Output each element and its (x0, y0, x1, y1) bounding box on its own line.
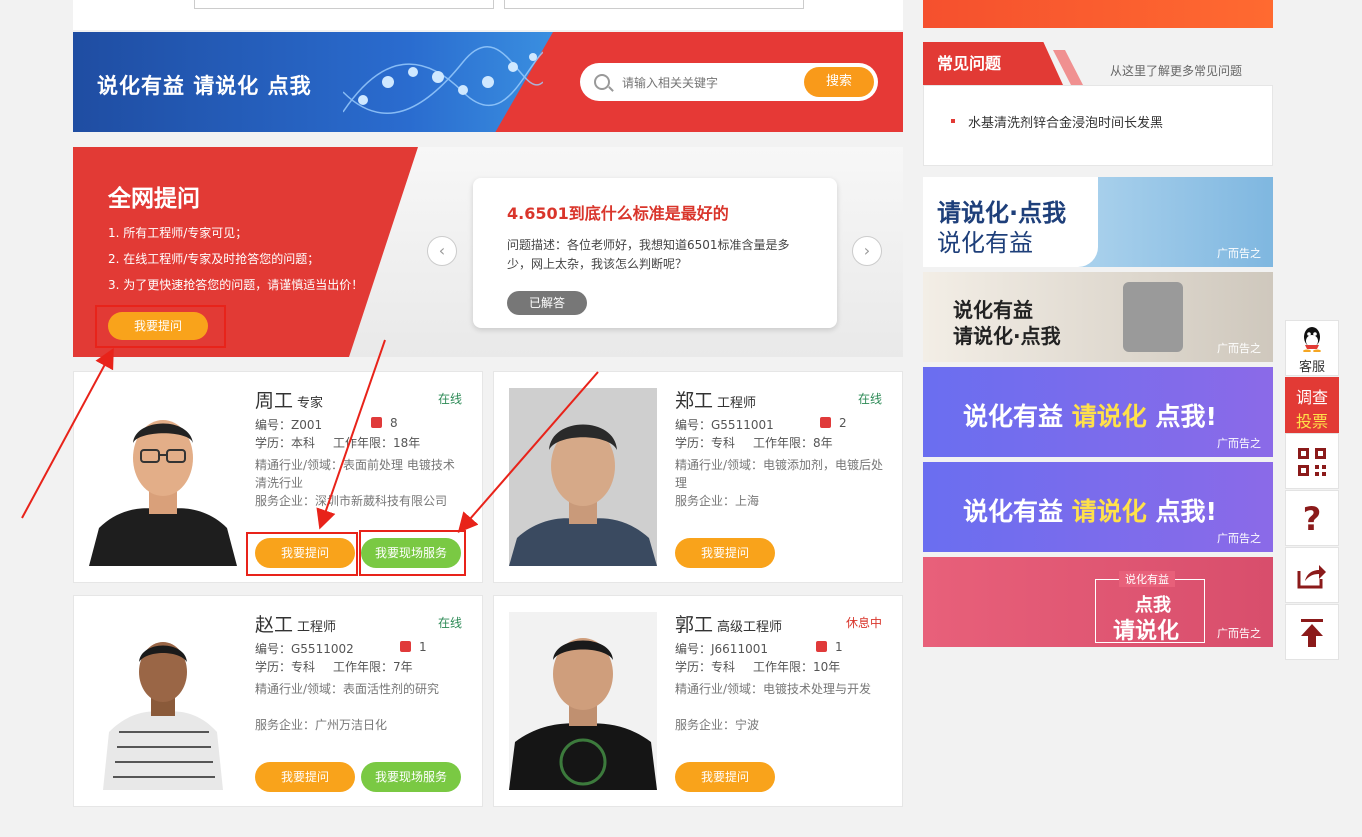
ad4-slogan: 说化有益 请说化 点我! (963, 497, 1217, 526)
question-mark-icon: ? (1302, 500, 1322, 538)
qq-penguin-icon (1303, 327, 1321, 353)
ad1-line2: 说化有益 (937, 229, 1033, 257)
ad-label: 广而告之 (1217, 627, 1261, 640)
ad2-line1: 说化有益 (953, 298, 1033, 322)
bullet-icon (951, 119, 955, 123)
ad-label: 广而告之 (1217, 342, 1261, 355)
ad5-tag: 说化有益 (1119, 571, 1175, 587)
faq-panel: 常见问题 从这里了解更多常见问题 水基清洗剂锌合金浸泡时间长发黑 (923, 42, 1273, 166)
customer-service-button[interactable]: 客服 (1285, 320, 1339, 376)
survey-vote-button[interactable]: 调查 投票 (1285, 377, 1339, 433)
back-to-top-button[interactable] (1285, 604, 1339, 660)
share-icon (1297, 565, 1326, 589)
ad5-line2: 请说化 (1113, 619, 1180, 644)
ad-banner-3[interactable]: 说化有益 请说化 点我! 广而告之 (923, 367, 1273, 457)
service-label: 客服 (1298, 360, 1325, 375)
survey-label: 调查 (1295, 388, 1328, 407)
ad-label: 广而告之 (1217, 247, 1261, 260)
faq-more-link[interactable]: 从这里了解更多常见问题 (1110, 62, 1242, 79)
qrcode-icon (1298, 448, 1326, 476)
share-button[interactable] (1285, 547, 1339, 603)
faq-tab[interactable]: 常见问题 (923, 42, 1063, 85)
faq-list: 水基清洗剂锌合金浸泡时间长发黑 (923, 85, 1273, 166)
faq-item[interactable]: 水基清洗剂锌合金浸泡时间长发黑 (968, 112, 1163, 131)
ad-label: 广而告之 (1217, 532, 1261, 545)
ad3-slogan: 说化有益 请说化 点我! (963, 402, 1217, 431)
ad2-line2: 请说化·点我 (953, 324, 1061, 348)
ad-banner-4[interactable]: 说化有益 请说化 点我! 广而告之 (923, 462, 1273, 552)
ad-label: 广而告之 (1217, 437, 1261, 450)
vote-label: 投票 (1295, 412, 1328, 431)
ad-banner-2[interactable]: 说化有益 请说化·点我 广而告之 (923, 272, 1273, 362)
arrow-up-icon (1301, 619, 1323, 647)
help-button[interactable]: ? (1285, 490, 1339, 546)
ad-banner-5[interactable]: 说化有益 点我 请说化 广而告之 (923, 557, 1273, 647)
ad-banner-1[interactable]: 请说化·点我 说化有益 广而告之 (923, 177, 1273, 267)
qrcode-button[interactable] (1285, 433, 1339, 489)
